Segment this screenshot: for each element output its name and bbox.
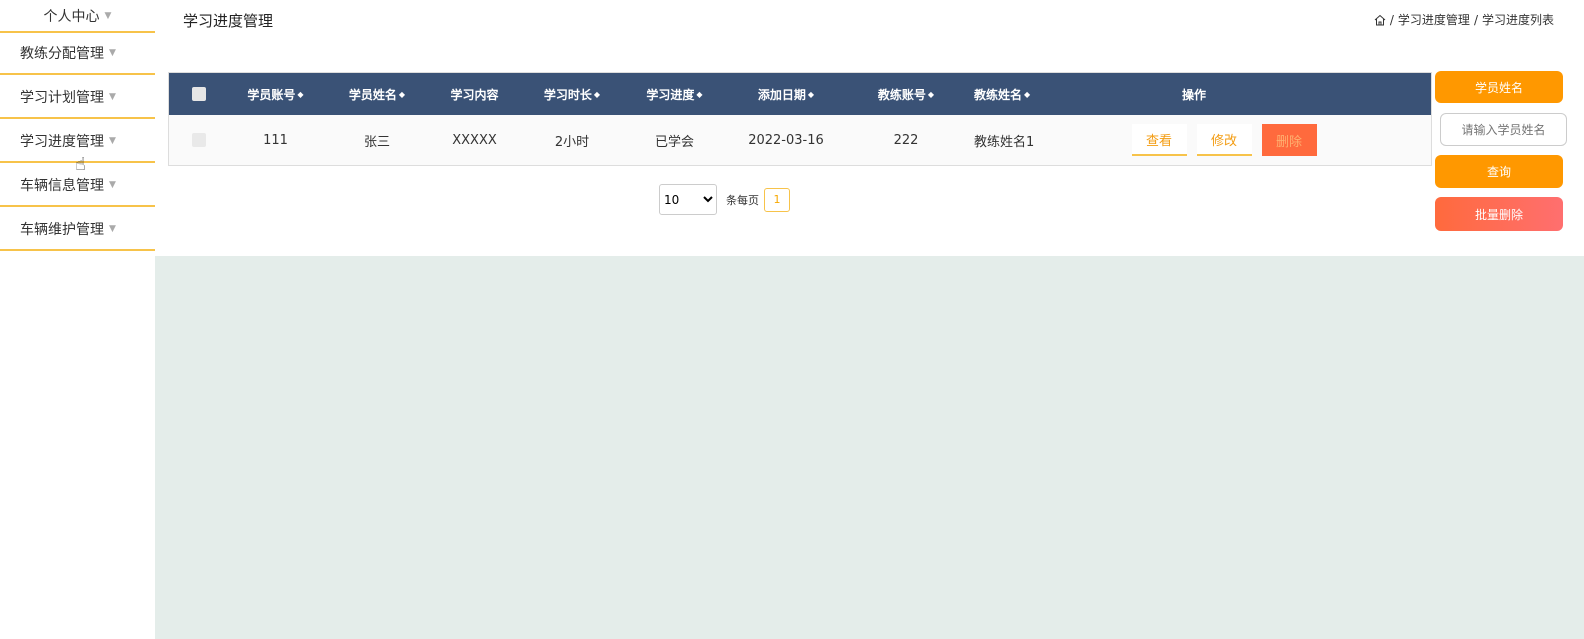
page-size-select[interactable]: 10 [659,184,717,215]
sort-icon: ◆ [593,89,601,99]
sort-icon: ◆ [1024,89,1031,99]
search-field-label: 学员姓名 [1435,71,1563,103]
sidebar-item-personal-center[interactable]: 个人中心 ▼ [0,0,155,33]
sidebar: 个人中心 ▼ 教练分配管理 ▼ 学习计划管理 ▼ 学习进度管理 ▼ 车辆信息管理… [0,0,155,639]
sort-icon: ◆ [297,89,304,99]
cell-actions: 查看 修改 删除 [1057,124,1431,156]
column-label: 操作 [1181,87,1206,102]
edit-button[interactable]: 修改 [1196,124,1252,156]
sidebar-item-study-plan[interactable]: 学习计划管理 ▼ [0,77,155,119]
pagination: 10 条每页 1 [659,184,790,215]
cell-duration: 2小时 [554,134,590,150]
column-header-duration[interactable]: 学习时长 ◆ [517,86,627,103]
column-label: 教练账号 [877,87,926,102]
search-button[interactable]: 查询 [1435,155,1563,188]
sidebar-item-label: 学习进度管理 [20,134,104,150]
sidebar-item-label: 教练分配管理 [20,46,104,62]
table-header: 学员账号 ◆ 学员姓名 ◆ 学习内容 学习时长 ◆ 学习进度 ◆ 添加日期 ◆ 教练账号 ◆… [169,73,1431,115]
row-checkbox[interactable] [192,133,206,147]
column-header-progress[interactable]: 学习进度 ◆ [627,86,722,103]
cell-coach-account: 222 [893,132,919,148]
sort-icon: ◆ [398,89,406,99]
sort-icon: ◆ [927,89,935,99]
column-label: 学员账号 [247,87,296,102]
sidebar-item-label: 车辆信息管理 [20,178,104,194]
home-icon[interactable] [1374,14,1386,26]
breadcrumb-item[interactable]: 学习进度管理 [1398,11,1470,28]
caret-down-icon: ▼ [109,136,116,146]
column-label: 学员姓名 [348,87,397,102]
sidebar-item-coach-assignment[interactable]: 教练分配管理 ▼ [0,33,155,75]
row-select-cell [169,133,229,147]
sidebar-item-vehicle-maintenance[interactable]: 车辆维护管理 ▼ [0,209,155,251]
column-header-student-account[interactable]: 学员账号 ◆ [229,86,322,103]
row-actions: 查看 修改 删除 [1127,124,1322,156]
table-row[interactable]: 111 张三 XXXXX 2小时 已学会 2022-03-16 222 教练姓名… [169,115,1431,165]
sidebar-item-label: 个人中心 [43,8,100,25]
sidebar-item-label: 车辆维护管理 [20,222,104,238]
delete-button[interactable]: 删除 [1261,124,1317,156]
cell-content: XXXXX [452,132,497,148]
column-label: 添加日期 [757,87,806,102]
breadcrumb-item: 学习进度列表 [1481,13,1554,27]
column-header-coach-account[interactable]: 教练账号 ◆ [850,86,962,103]
student-name-search-input[interactable] [1440,113,1567,146]
breadcrumb: / 学习进度管理 / 学习进度列表 [1374,11,1554,28]
column-header-student-name[interactable]: 学员姓名 ◆ [322,86,432,103]
cell-coach-name: 教练姓名1 [974,134,1035,150]
sidebar-item-label: 学习计划管理 [20,90,104,106]
cell-student-name: 张三 [363,134,390,150]
cell-date: 2022-03-16 [748,132,824,148]
caret-down-icon: ▼ [109,92,116,102]
caret-down-icon: ▼ [109,180,116,190]
breadcrumb-separator: / [1389,12,1394,27]
column-header-content: 学习内容 [432,86,517,103]
cell-progress: 已学会 [654,134,694,150]
cell-student-account: 111 [263,132,288,148]
column-label: 学习时长 [543,87,592,102]
column-label: 教练姓名 [974,87,1023,102]
column-header-coach-name[interactable]: 教练姓名 ◆ [962,86,1057,103]
column-header-actions: 操作 [1057,86,1431,103]
per-page-label: 条每页 [726,193,759,207]
page-title: 学习进度管理 [183,12,274,30]
sort-icon: ◆ [807,89,815,99]
column-label: 学习进度 [646,87,695,102]
select-all-cell [169,87,229,101]
select-all-checkbox[interactable] [192,87,206,101]
column-label: 学习内容 [450,87,499,102]
content-background [155,256,1584,639]
caret-down-icon: ▼ [109,48,116,58]
caret-down-icon: ▼ [109,224,116,234]
view-button[interactable]: 查看 [1131,124,1187,156]
page-number-button[interactable]: 1 [764,187,790,212]
hand-cursor-icon: ☝ [75,154,86,175]
caret-down-icon: ▼ [104,10,112,21]
sort-icon: ◆ [696,89,703,99]
batch-delete-button[interactable]: 批量删除 [1435,197,1563,231]
progress-table: 学员账号 ◆ 学员姓名 ◆ 学习内容 学习时长 ◆ 学习进度 ◆ 添加日期 ◆ 教练账号 ◆… [168,72,1432,166]
column-header-date[interactable]: 添加日期 ◆ [722,86,850,103]
breadcrumb-separator: / [1473,12,1478,27]
